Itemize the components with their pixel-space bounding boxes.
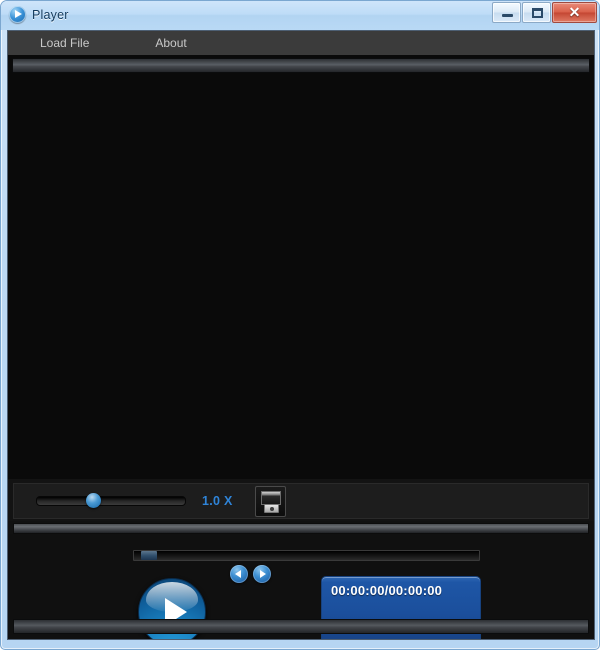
time-display-text: 00:00:00/00:00:00 — [331, 583, 443, 598]
window-controls: ✕ — [491, 2, 597, 23]
video-panel[interactable] — [8, 55, 594, 479]
skip-next-icon[interactable] — [253, 565, 271, 583]
minimize-icon — [502, 14, 513, 17]
maximize-button[interactable] — [522, 2, 551, 23]
menu-bar: Load File About — [8, 31, 594, 55]
camera-snapshot-icon — [260, 490, 281, 505]
bottom-strip — [13, 619, 589, 634]
play-circle-icon — [9, 6, 26, 23]
close-button[interactable]: ✕ — [552, 2, 597, 23]
snapshot-button[interactable] — [254, 485, 286, 517]
video-top-strip — [12, 58, 590, 73]
seek-bar-handle[interactable] — [140, 551, 157, 560]
menu-about[interactable]: About — [145, 32, 196, 54]
speed-bar: 1.0 X — [8, 479, 594, 521]
menu-load-file[interactable]: Load File — [30, 32, 99, 54]
playback-speed-slider[interactable] — [36, 493, 186, 508]
skip-previous-icon[interactable] — [230, 565, 248, 583]
client-area: Load File About 1.0 X 00:00:00/00:00:00 — [7, 30, 595, 640]
camera-body-icon — [263, 503, 279, 513]
close-icon: ✕ — [568, 4, 581, 20]
seek-bar[interactable] — [133, 550, 480, 561]
video-surface[interactable] — [8, 73, 594, 479]
skip-button-group — [230, 565, 271, 583]
title-bar-left: Player — [9, 6, 69, 23]
playback-speed-label: 1.0 X — [202, 494, 233, 508]
panel-separator — [13, 523, 589, 534]
player-window: Player ✕ Load File About 1.0 X 00:00:00/… — [0, 0, 600, 650]
window-title: Player — [32, 7, 69, 22]
title-bar[interactable]: Player ✕ — [1, 1, 599, 30]
speed-bar-inner: 1.0 X — [13, 483, 589, 519]
playback-speed-slider-handle[interactable] — [86, 493, 102, 508]
minimize-button[interactable] — [492, 2, 521, 23]
maximize-icon — [532, 8, 543, 18]
